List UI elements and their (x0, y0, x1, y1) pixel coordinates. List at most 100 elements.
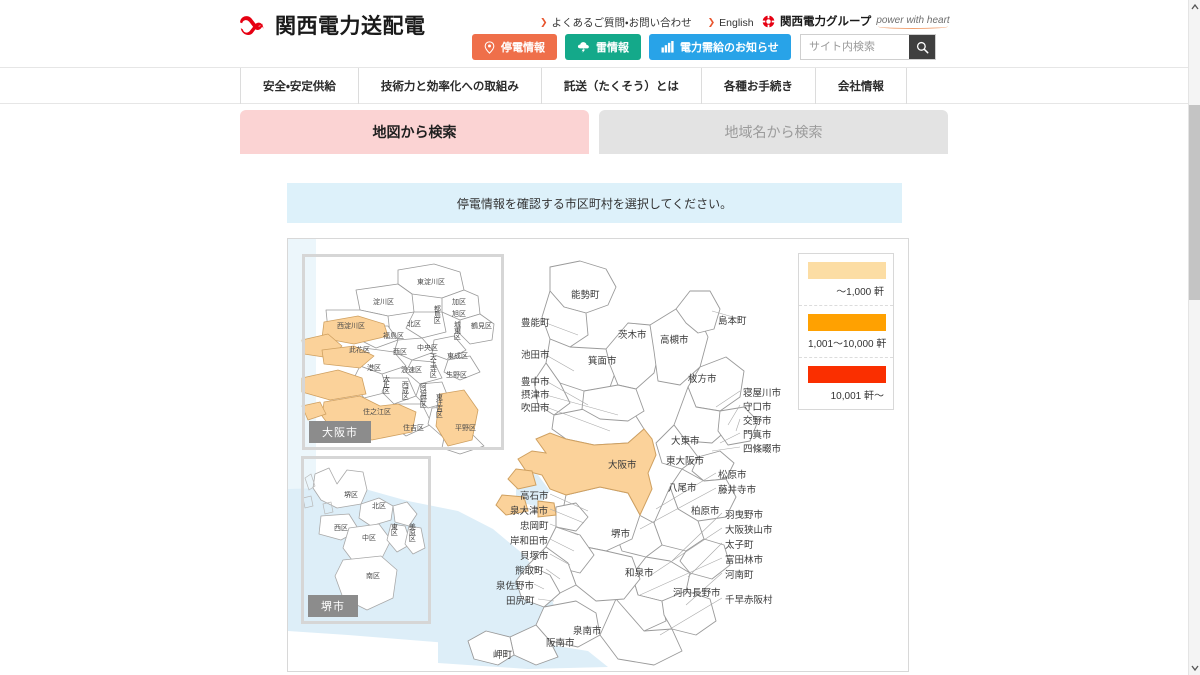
nav-item-company[interactable]: 会社情報 (814, 68, 907, 104)
ward-label-sakai-kita[interactable]: 北区 (372, 503, 386, 510)
map-label-izumisano[interactable]: 泉佐野市 (496, 582, 534, 592)
map-label-suita[interactable]: 吹田市 (521, 404, 550, 414)
legend-swatch-low (808, 262, 886, 279)
map-label-daito[interactable]: 大東市 (671, 437, 700, 447)
ward-label-suminoe[interactable]: 住之江区 (363, 409, 391, 416)
power-supply-button[interactable]: 電力需給のお知らせ (649, 34, 791, 60)
map-label-sennan[interactable]: 泉南市 (573, 627, 602, 637)
ward-label-konohana[interactable]: 此花区 (349, 347, 370, 354)
search-input[interactable] (801, 35, 909, 59)
map-label-kannan[interactable]: 河南町 (725, 571, 754, 581)
map-label-kishiwada[interactable]: 岸和田市 (510, 537, 548, 547)
ward-label-asahi[interactable]: 旭区 (452, 311, 466, 318)
nav-item-safety[interactable]: 安全・安定供給 (240, 68, 358, 104)
ward-label-higashiyodogawa[interactable]: 東淀川区 (417, 279, 445, 286)
map-label-tajiri[interactable]: 田尻町 (506, 597, 535, 607)
ward-label-sumiyoshi[interactable]: 住吉区 (403, 425, 424, 432)
map-label-takaishi[interactable]: 高石市 (520, 492, 549, 502)
ward-label-nishiyodogawa[interactable]: 西淀川区 (337, 323, 365, 330)
map-label-kawachinagano[interactable]: 河内長野市 (673, 589, 721, 599)
tab-map-search[interactable]: 地図から検索 (240, 110, 589, 154)
ward-label-mihara[interactable]: 美原区 (408, 523, 415, 541)
map-label-habikino[interactable]: 羽曳野市 (725, 511, 763, 521)
ward-label-kita[interactable]: 北区 (407, 321, 421, 328)
util-link-faq[interactable]: ❯ よくあるご質問・お問い合わせ (540, 15, 692, 30)
map-label-kashiwara[interactable]: 柏原市 (691, 507, 720, 517)
map-label-misaki[interactable]: 岬町 (493, 651, 512, 661)
map-label-tadaoka[interactable]: 忠岡町 (520, 522, 549, 532)
sakai-city-inset[interactable]: 堺市 堺区 北区 西区 中区 東区 美原区 南区 (301, 456, 431, 624)
map-label-settsu[interactable]: 摂津市 (521, 391, 550, 401)
map-label-osaka-city[interactable]: 大阪市 (608, 461, 637, 471)
ward-label-tsurumi[interactable]: 鶴見区 (471, 323, 492, 330)
ward-label-yodogawa[interactable]: 淀川区 (373, 299, 394, 306)
ward-label-nishi[interactable]: 西区 (393, 349, 407, 356)
map-label-nose[interactable]: 能勢町 (571, 291, 600, 301)
ward-label-sakai-nishi[interactable]: 西区 (334, 525, 348, 532)
map-label-sakai-city[interactable]: 堺市 (611, 530, 630, 540)
ward-label-naniwa[interactable]: 浪速区 (401, 367, 422, 374)
ward-label-higashisumiyoshi[interactable]: 東住吉区 (435, 393, 442, 417)
tab-area-name-search[interactable]: 地域名から検索 (599, 110, 948, 154)
ward-label-sakai[interactable]: 堺区 (344, 492, 358, 499)
nav-item-technology[interactable]: 技術力と効率化への取組み (357, 68, 541, 104)
map-label-tondabayashi[interactable]: 富田林市 (725, 556, 763, 566)
ward-label-sakai-higashi[interactable]: 東区 (390, 523, 397, 535)
osaka-city-inset[interactable]: 大阪市 東淀川区 淀川区 西淀川区 加区 旭区 北区 都島区 城東区 鶴見区 福… (302, 254, 504, 450)
map-label-fujiidera[interactable]: 藤井寺市 (718, 486, 756, 496)
nav-item-takuso[interactable]: 託送（たくそう）とは (540, 68, 701, 104)
map-label-higashiosaka[interactable]: 東大阪市 (666, 457, 704, 467)
map-label-matsubara[interactable]: 松原市 (718, 471, 747, 481)
map-label-toyonaka[interactable]: 豊中市 (521, 378, 550, 388)
map-label-kumatori[interactable]: 熊取町 (515, 567, 544, 577)
scrollbar-thumb[interactable] (1189, 105, 1200, 300)
ward-label-taisho[interactable]: 大正区 (382, 375, 389, 393)
map-label-shimamoto[interactable]: 島本町 (718, 317, 747, 327)
ward-label-asahi-upper[interactable]: 加区 (452, 299, 466, 306)
map-label-izumiotsu[interactable]: 泉大津市 (510, 507, 548, 517)
map-label-katano[interactable]: 交野市 (743, 417, 772, 427)
ward-label-fukushima[interactable]: 福島区 (383, 333, 404, 340)
nav-item-procedures[interactable]: 各種お手続き (700, 68, 815, 104)
map-label-chihayaakasaka[interactable]: 千早赤阪村 (725, 596, 773, 606)
map-label-kadoma[interactable]: 門真市 (743, 431, 772, 441)
map-label-taishi[interactable]: 太子町 (725, 541, 754, 551)
outage-legend: ～1,000 軒 1,001～10,000 軒 10,001 軒～ (798, 253, 894, 410)
ward-label-sakai-minami[interactable]: 南区 (366, 573, 380, 580)
ward-label-chuo[interactable]: 中央区 (417, 345, 438, 352)
ward-label-minato[interactable]: 港区 (367, 365, 381, 372)
map-label-osakasayama[interactable]: 大阪狭山市 (725, 526, 773, 536)
ward-label-miyakojima[interactable]: 都島区 (433, 305, 440, 323)
ward-label-ikuno[interactable]: 生野区 (446, 372, 467, 379)
thunder-info-button[interactable]: 雷情報 (565, 34, 641, 60)
map-label-shijonawate[interactable]: 四條畷市 (743, 445, 781, 455)
map-label-moriguchi[interactable]: 守口市 (743, 403, 772, 413)
map-label-takatsuki[interactable]: 高槻市 (660, 336, 689, 346)
scrollbar-down-button[interactable] (1189, 661, 1200, 675)
scrollbar-up-button[interactable] (1189, 0, 1200, 14)
ward-label-joto[interactable]: 城東区 (453, 321, 460, 339)
map-label-ibaraki[interactable]: 茨木市 (618, 331, 647, 341)
ward-label-tennoji[interactable]: 天王寺区 (429, 353, 436, 377)
group-logo[interactable]: 関西電力グループ power with heart (762, 13, 950, 29)
map-label-izumi[interactable]: 和泉市 (625, 569, 654, 579)
map-label-kaizuka[interactable]: 貝塚市 (520, 552, 549, 562)
util-link-english[interactable]: ❯ English (708, 17, 754, 29)
osaka-prefecture-map[interactable]: 大阪市 東淀川区 淀川区 西淀川区 加区 旭区 北区 都島区 城東区 鶴見区 福… (287, 238, 909, 672)
map-label-minoh[interactable]: 箕面市 (588, 357, 617, 367)
map-label-toyono[interactable]: 豊能町 (521, 319, 550, 329)
map-label-hannan[interactable]: 阪南市 (546, 639, 575, 649)
map-label-neyagawa[interactable]: 寝屋川市 (743, 389, 781, 399)
map-label-ikeda[interactable]: 池田市 (521, 351, 550, 361)
search-submit-button[interactable] (909, 35, 935, 59)
ward-label-nishinari[interactable]: 西成区 (401, 381, 408, 399)
map-label-yao[interactable]: 八尾市 (668, 484, 697, 494)
ward-label-hirano[interactable]: 平野区 (455, 425, 476, 432)
ward-label-abeno[interactable]: 阿倍野区 (419, 383, 426, 407)
brand[interactable]: 関西電力送配電 (238, 14, 426, 38)
map-label-hirakata[interactable]: 枚方市 (688, 375, 717, 385)
outage-info-button[interactable]: 停電情報 (472, 34, 557, 60)
ward-label-sakai-naka[interactable]: 中区 (362, 535, 376, 542)
ward-label-higashinari[interactable]: 東成区 (447, 353, 468, 360)
page-scrollbar[interactable] (1188, 0, 1200, 675)
